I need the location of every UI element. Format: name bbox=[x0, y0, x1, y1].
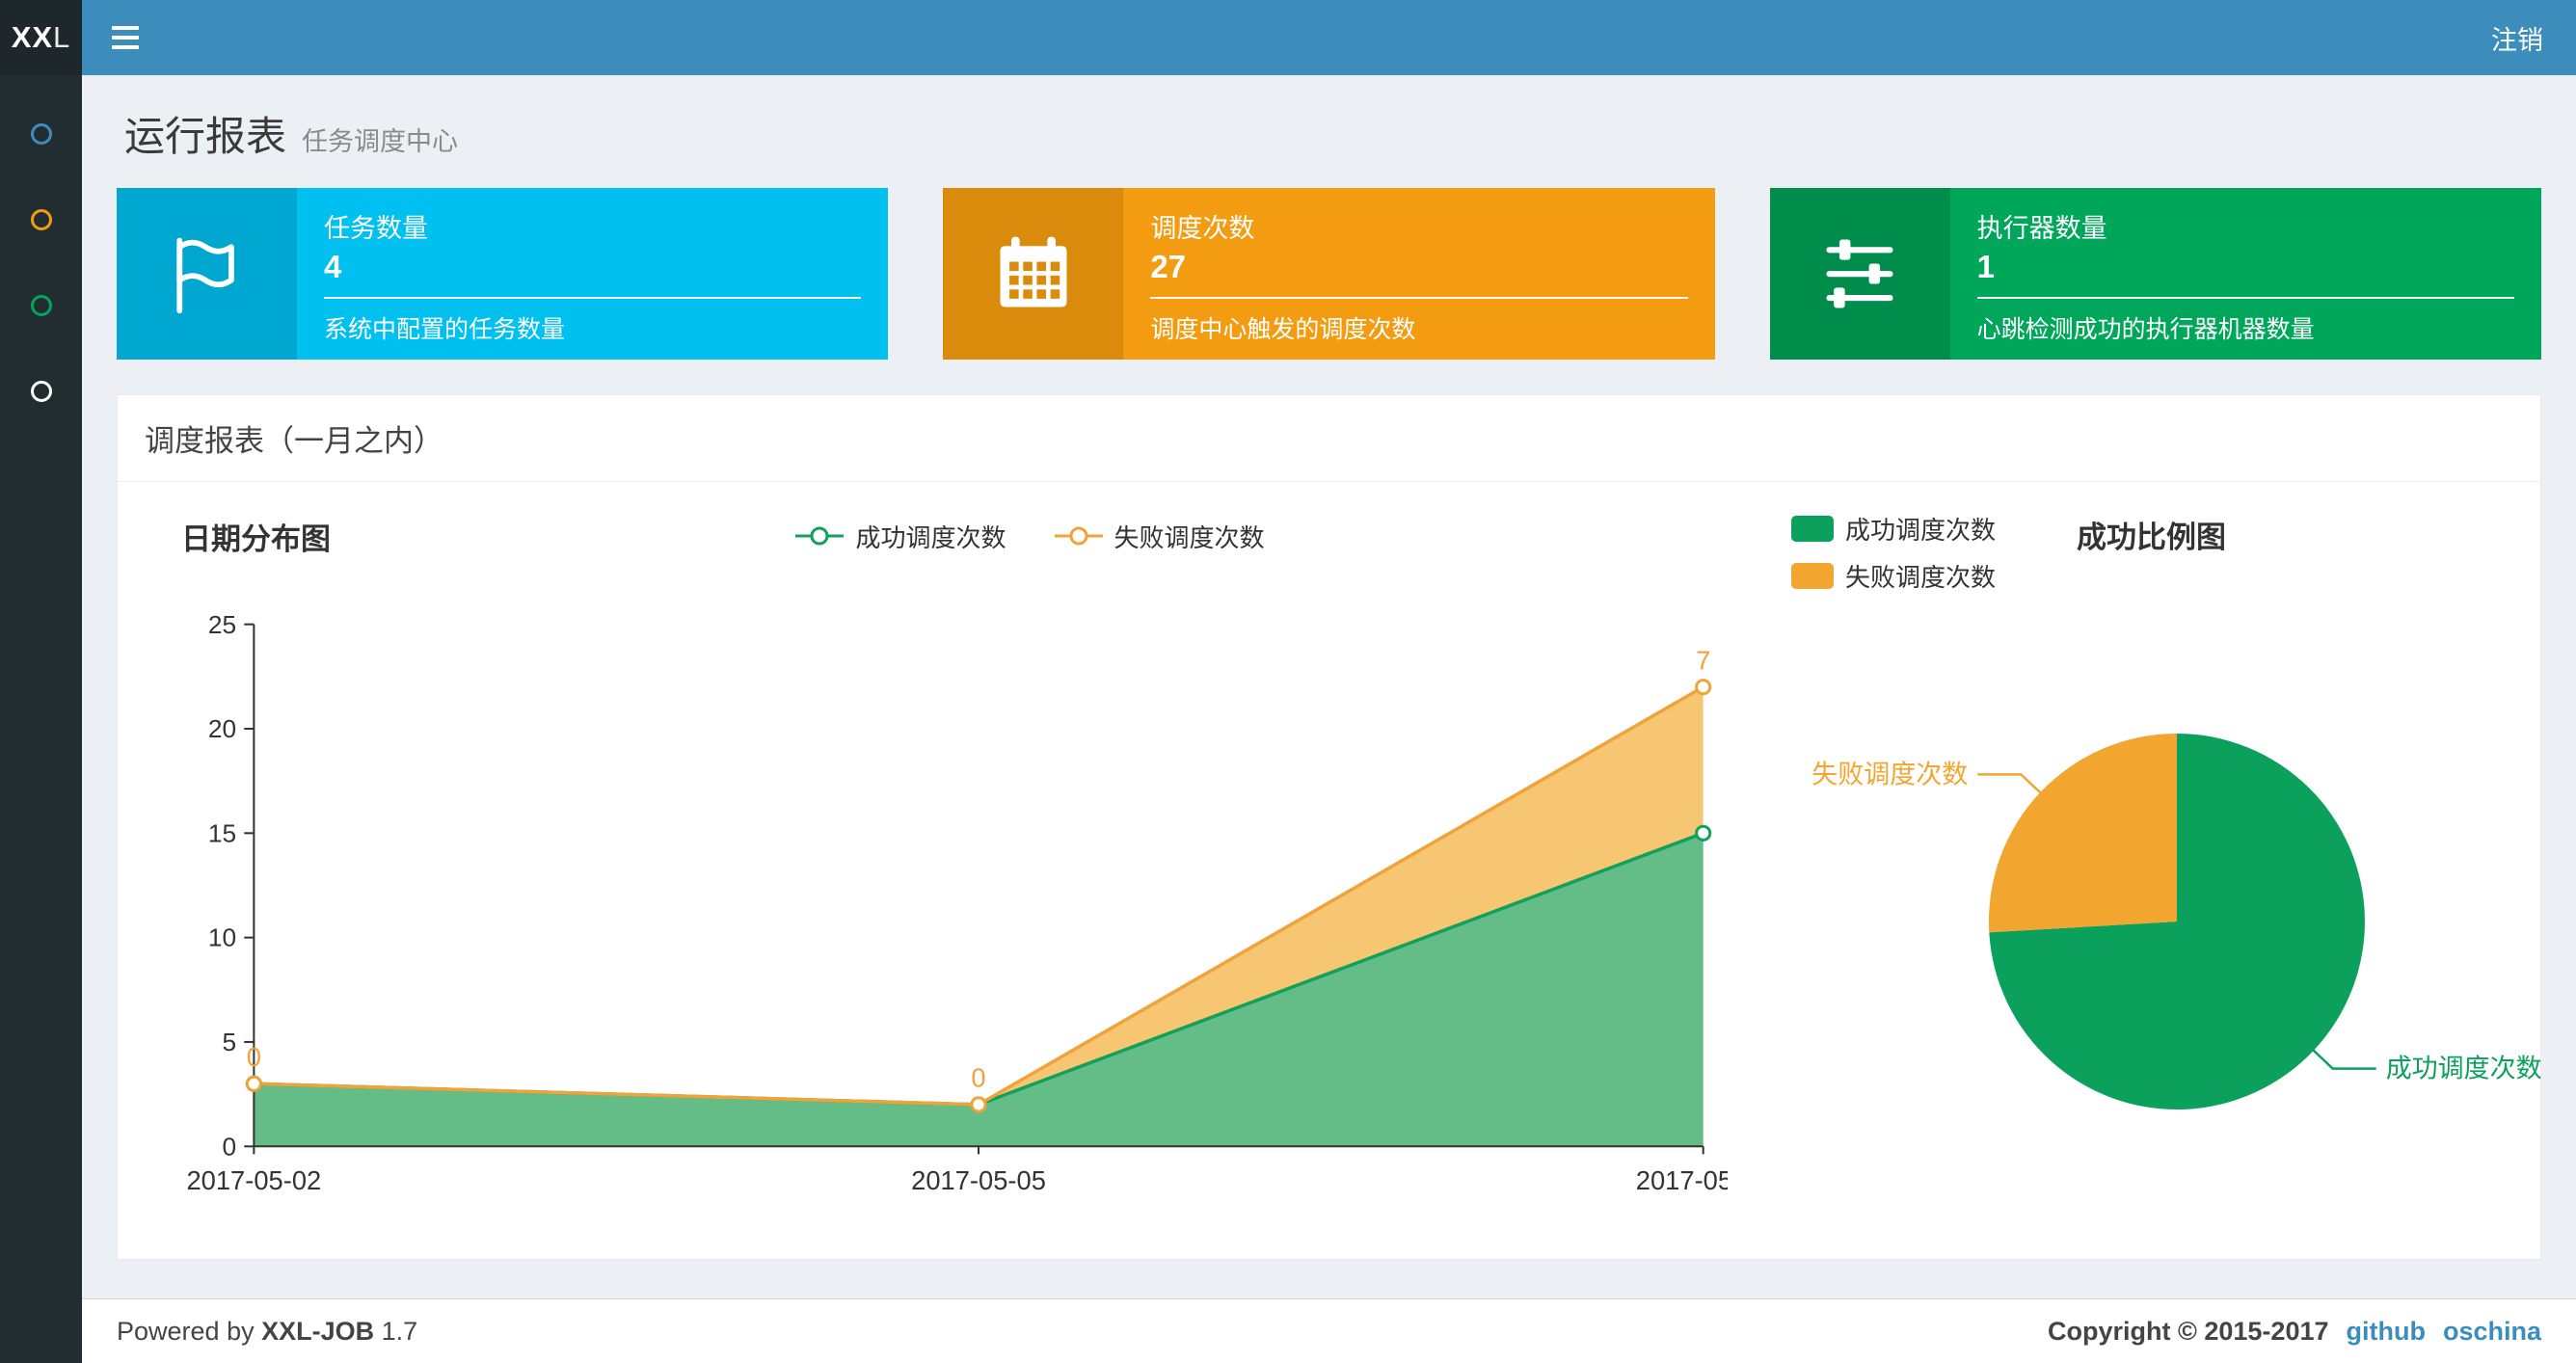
pie-chart-head: 成功调度次数 失败调度次数 成功比例图 bbox=[1791, 501, 2553, 594]
stat-value: 27 bbox=[1150, 249, 1187, 284]
app-logo[interactable]: XX L bbox=[0, 0, 82, 75]
sidebar-item-2[interactable] bbox=[0, 176, 82, 262]
pie-chart-title: 成功比例图 bbox=[2077, 521, 2227, 554]
legend-label: 成功调度次数 bbox=[855, 522, 1006, 552]
copyright-text: Copyright © 2015-2017 bbox=[2047, 1316, 2329, 1346]
success-ratio-chart[interactable]: 成功调度次数 失败调度次数 bbox=[1791, 632, 2553, 1172]
svg-text:2017-05-05: 2017-05-05 bbox=[911, 1165, 1046, 1195]
oschina-link[interactable]: oschina bbox=[2443, 1317, 2541, 1347]
stat-card-job-count: 任务数量 4 系统中配置的任务数量 bbox=[117, 188, 889, 360]
svg-text:成功调度次数: 成功调度次数 bbox=[2386, 1055, 2542, 1083]
svg-text:0: 0 bbox=[223, 1132, 237, 1161]
legend-label: 失败调度次数 bbox=[1845, 563, 1997, 592]
svg-text:20: 20 bbox=[208, 714, 236, 743]
svg-text:25: 25 bbox=[208, 610, 236, 639]
product-version: 1.7 bbox=[374, 1316, 418, 1346]
logo-text-bold: XX bbox=[11, 20, 54, 54]
stat-desc: 调度中心触发的调度次数 bbox=[1150, 316, 1416, 343]
product-name: XXL-JOB bbox=[261, 1316, 375, 1346]
line-chart-head: 日期分布图 成功调度次数 失败调度次数 bbox=[147, 501, 1728, 571]
stat-label: 调度次数 bbox=[1150, 214, 1255, 243]
stat-label: 任务数量 bbox=[324, 214, 428, 243]
legend-label: 成功调度次数 bbox=[1845, 516, 1997, 545]
page-header: 运行报表 任务调度中心 bbox=[117, 75, 2541, 188]
sliders-icon bbox=[1769, 188, 1950, 360]
svg-text:7: 7 bbox=[1696, 645, 1710, 675]
line-chart-legend: 成功调度次数 失败调度次数 bbox=[331, 519, 1728, 554]
sidebar-item-3[interactable] bbox=[0, 262, 82, 348]
stat-value: 1 bbox=[1976, 249, 1996, 284]
circle-icon bbox=[30, 380, 52, 402]
legend-label: 失败调度次数 bbox=[1114, 522, 1265, 552]
stat-value: 4 bbox=[324, 249, 342, 284]
circle-icon bbox=[30, 208, 52, 230]
schedule-report-panel: 调度报表（一月之内） 日期分布图 成功调度次数 失败调度次数 0 5 10 15 20 25… bbox=[117, 394, 2542, 1261]
svg-text:5: 5 bbox=[223, 1028, 237, 1056]
logout-link[interactable]: 注销 bbox=[2458, 0, 2576, 75]
svg-text:15: 15 bbox=[208, 818, 236, 847]
line-legend-glyph bbox=[1054, 526, 1103, 546]
legend-swatch bbox=[1791, 563, 1834, 589]
sidebar bbox=[0, 75, 82, 1363]
divider bbox=[324, 297, 862, 299]
powered-by: Powered by XXL-JOB 1.7 bbox=[117, 1317, 417, 1347]
line-legend-glyph bbox=[795, 526, 845, 546]
pie-legend-item[interactable]: 失败调度次数 bbox=[1791, 558, 1996, 594]
sidebar-toggle-button[interactable] bbox=[82, 0, 169, 75]
github-link[interactable]: github bbox=[2347, 1317, 2426, 1347]
pie-legend-item[interactable]: 成功调度次数 bbox=[1791, 511, 1996, 547]
stat-desc: 系统中配置的任务数量 bbox=[324, 316, 566, 343]
stat-card-body: 调度次数 27 调度中心触发的调度次数 bbox=[1123, 188, 1714, 360]
stat-card-trigger-count: 调度次数 27 调度中心触发的调度次数 bbox=[943, 188, 1715, 360]
svg-text:2017-05-02: 2017-05-02 bbox=[186, 1165, 321, 1195]
page-title: 运行报表 bbox=[124, 114, 287, 159]
hamburger-icon bbox=[112, 26, 139, 49]
svg-text:0: 0 bbox=[247, 1042, 261, 1072]
stat-card-executor-count: 执行器数量 1 心跳检测成功的执行器机器数量 bbox=[1769, 188, 2541, 360]
main-area: 运行报表 任务调度中心 任务数量 4 系统中配置的任务数量 调度次数 27 调度… bbox=[82, 75, 2576, 1363]
footer-right: Copyright © 2015-2017 github oschina bbox=[2048, 1317, 2541, 1347]
page-subtitle: 任务调度中心 bbox=[302, 127, 459, 156]
success-ratio-section: 成功调度次数 失败调度次数 成功比例图 成功调度次数 失败调度次数 bbox=[1728, 501, 2553, 1215]
svg-text:0: 0 bbox=[971, 1063, 985, 1093]
content: 运行报表 任务调度中心 任务数量 4 系统中配置的任务数量 调度次数 27 调度… bbox=[82, 75, 2576, 1298]
divider bbox=[1150, 297, 1688, 299]
svg-text:失败调度次数: 失败调度次数 bbox=[1811, 760, 1968, 788]
flag-icon bbox=[117, 188, 297, 360]
logo-text-light: L bbox=[53, 20, 71, 54]
legend-swatch bbox=[1791, 516, 1834, 542]
divider bbox=[1976, 297, 2514, 299]
stat-card-body: 任务数量 4 系统中配置的任务数量 bbox=[297, 188, 888, 360]
footer: Powered by XXL-JOB 1.7 Copyright © 2015-… bbox=[82, 1298, 2576, 1363]
line-legend-item[interactable]: 失败调度次数 bbox=[1053, 519, 1265, 554]
stat-cards-row: 任务数量 4 系统中配置的任务数量 调度次数 27 调度中心触发的调度次数 执行… bbox=[117, 188, 2541, 360]
sidebar-menu bbox=[0, 75, 82, 434]
panel-body: 日期分布图 成功调度次数 失败调度次数 0 5 10 15 20 25 2017-05-02 2… bbox=[118, 482, 2542, 1259]
svg-text:10: 10 bbox=[208, 923, 236, 952]
svg-text:2017-05-08: 2017-05-08 bbox=[1636, 1165, 1728, 1195]
circle-icon bbox=[30, 122, 52, 145]
powered-prefix: Powered by bbox=[117, 1316, 262, 1346]
sidebar-item-1[interactable] bbox=[0, 91, 82, 176]
stat-card-body: 执行器数量 1 心跳检测成功的执行器机器数量 bbox=[1950, 188, 2541, 360]
calendar-icon bbox=[943, 188, 1124, 360]
stat-label: 执行器数量 bbox=[1976, 214, 2107, 243]
panel-title: 调度报表（一月之内） bbox=[118, 395, 2540, 482]
top-navbar: XX L 注销 bbox=[0, 0, 2576, 75]
line-chart-title: 日期分布图 bbox=[181, 521, 331, 556]
circle-icon bbox=[30, 294, 52, 316]
sidebar-item-4[interactable] bbox=[0, 348, 82, 434]
pie-chart-legend: 成功调度次数 失败调度次数 bbox=[1791, 511, 1996, 594]
stat-desc: 心跳检测成功的执行器机器数量 bbox=[1976, 316, 2315, 343]
line-legend-item[interactable]: 成功调度次数 bbox=[793, 519, 1006, 554]
date-distribution-section: 日期分布图 成功调度次数 失败调度次数 0 5 10 15 20 25 2017-05-02 2… bbox=[147, 501, 1728, 1215]
date-distribution-chart[interactable]: 05101520252017-05-022017-05-052017-05-08… bbox=[147, 571, 1728, 1215]
